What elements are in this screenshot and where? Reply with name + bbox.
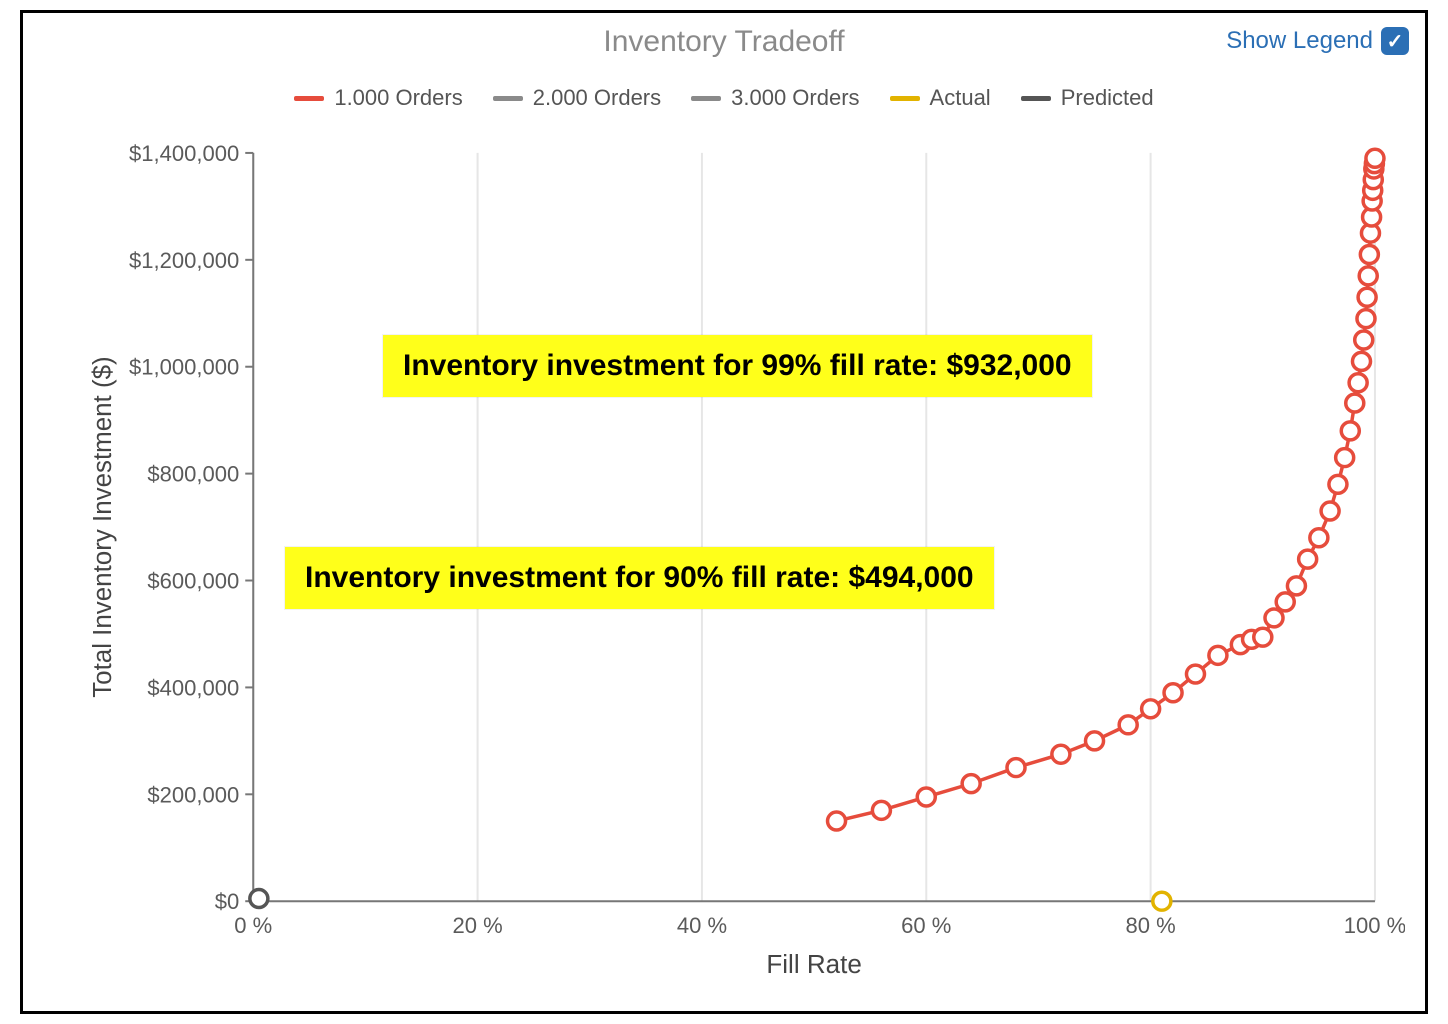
svg-text:$1,200,000: $1,200,000 bbox=[129, 248, 239, 273]
legend-label: Actual bbox=[930, 85, 991, 111]
legend-swatch bbox=[890, 96, 920, 101]
svg-text:40 %: 40 % bbox=[677, 913, 727, 938]
legend-label: 2.000 Orders bbox=[533, 85, 661, 111]
svg-text:0 %: 0 % bbox=[234, 913, 272, 938]
svg-text:100 %: 100 % bbox=[1344, 913, 1405, 938]
svg-text:$1,000,000: $1,000,000 bbox=[129, 355, 239, 380]
svg-text:$1,400,000: $1,400,000 bbox=[129, 141, 239, 166]
legend-swatch bbox=[691, 96, 721, 101]
svg-text:Total Inventory Investment ($): Total Inventory Investment ($) bbox=[87, 356, 117, 697]
legend-swatch bbox=[1021, 96, 1051, 101]
callout-99: Inventory investment for 99% fill rate: … bbox=[383, 335, 1092, 397]
callout-90: Inventory investment for 90% fill rate: … bbox=[285, 547, 994, 609]
legend-label: Predicted bbox=[1061, 85, 1154, 111]
svg-text:Fill Rate: Fill Rate bbox=[766, 949, 861, 979]
legend-label: 3.000 Orders bbox=[731, 85, 859, 111]
show-legend-toggle[interactable]: Show Legend ✓ bbox=[1226, 27, 1409, 55]
legend-item[interactable]: 1.000 Orders bbox=[294, 85, 462, 111]
svg-text:$0: $0 bbox=[215, 889, 240, 914]
chart-title: Inventory Tradeoff bbox=[23, 25, 1425, 59]
chart-legend: 1.000 Orders 2.000 Orders 3.000 Orders A… bbox=[23, 85, 1425, 111]
legend-label: 1.000 Orders bbox=[334, 85, 462, 111]
legend-swatch bbox=[294, 96, 324, 101]
svg-text:20 %: 20 % bbox=[452, 913, 502, 938]
legend-item[interactable]: 2.000 Orders bbox=[493, 85, 661, 111]
show-legend-label: Show Legend bbox=[1226, 27, 1373, 55]
legend-item[interactable]: Actual bbox=[890, 85, 991, 111]
legend-item[interactable]: Predicted bbox=[1021, 85, 1154, 111]
svg-text:$200,000: $200,000 bbox=[147, 782, 239, 807]
checkbox-icon: ✓ bbox=[1381, 27, 1409, 55]
legend-item[interactable]: 3.000 Orders bbox=[691, 85, 859, 111]
svg-text:80 %: 80 % bbox=[1126, 913, 1176, 938]
svg-text:$800,000: $800,000 bbox=[147, 462, 239, 487]
svg-text:$600,000: $600,000 bbox=[147, 569, 239, 594]
svg-text:60 %: 60 % bbox=[901, 913, 951, 938]
legend-swatch bbox=[493, 96, 523, 101]
chart-card: Inventory Tradeoff Show Legend ✓ 1.000 O… bbox=[20, 10, 1428, 1014]
svg-text:$400,000: $400,000 bbox=[147, 675, 239, 700]
